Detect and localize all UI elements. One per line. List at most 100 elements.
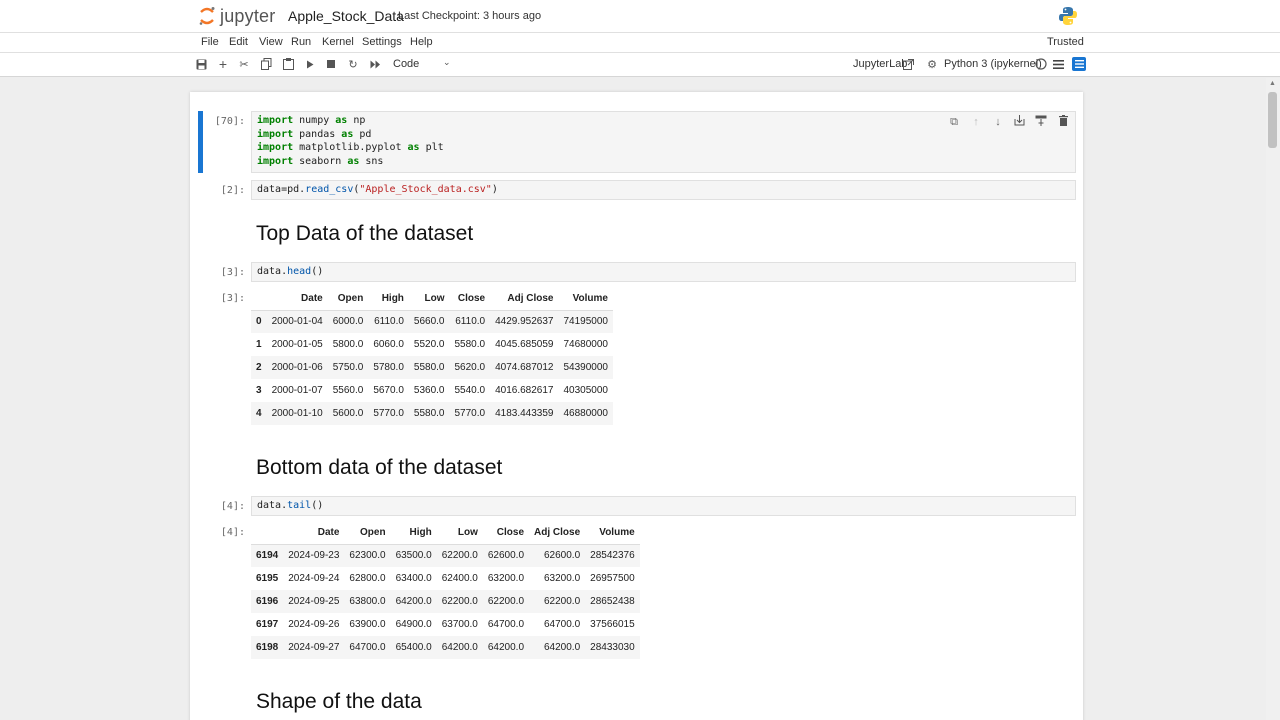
column-header: Volume: [599, 526, 635, 538]
menu-file[interactable]: File: [201, 36, 219, 48]
table-cell: 63900.0: [349, 619, 386, 630]
table-cell: 6060.0: [373, 339, 404, 350]
jupyterlab-link[interactable]: JupyterLab: [853, 58, 907, 70]
table-cell: 6110.0: [455, 316, 486, 328]
save-icon[interactable]: [194, 57, 208, 71]
table-cell: 2000-01-06: [271, 362, 323, 373]
restart-icon[interactable]: ↻: [346, 57, 360, 71]
kernel-name[interactable]: Python 3 (ipykernel): [944, 58, 1042, 70]
table-cell: 62600.0: [487, 550, 525, 562]
table-cell: 6110.0: [374, 316, 404, 328]
cut-icon[interactable]: ✂: [237, 57, 251, 71]
cell-type-select[interactable]: Code ⌄: [393, 57, 453, 70]
table-cell: 2024-09-27: [288, 642, 340, 653]
markdown-heading-shape: Shape of the data: [256, 690, 422, 713]
move-up-icon[interactable]: ↑: [969, 115, 983, 129]
row-index: 2: [256, 362, 262, 373]
column-header: Volume: [572, 292, 608, 304]
stop-icon[interactable]: [324, 57, 338, 71]
cell-1-prompt: [70]:: [214, 116, 245, 127]
menu-kernel[interactable]: Kernel: [322, 36, 354, 48]
table-cell: 62200.0: [441, 596, 478, 607]
tail-dataframe-table: Date Open High Low Close Adj Close Volum…: [251, 521, 640, 659]
table-cell: 63700.0: [441, 619, 478, 630]
table-row: 4 2000-01-10 5600.0 5770.0 5580.0 5770.0…: [251, 402, 613, 425]
column-header: [251, 521, 283, 544]
table-cell: 64200.0: [544, 642, 581, 653]
table-row: 2 2000-01-06 5750.0 5780.0 5580.0 5620.0…: [251, 356, 613, 379]
table-cell: 64700.0: [349, 642, 386, 653]
column-header: Open: [360, 526, 386, 538]
table-cell: 5670.0: [373, 385, 404, 396]
table-cell: 63200.0: [544, 573, 581, 584]
table-cell: 4045.685059: [495, 339, 554, 350]
run-all-icon[interactable]: [368, 57, 382, 71]
menu-run[interactable]: Run: [291, 36, 311, 48]
cell-4-code-editor[interactable]: data.tail(): [251, 496, 1076, 516]
cell-3-output-prompt: [3]:: [220, 293, 245, 304]
cell-2-code-editor[interactable]: data=pd.read_csv("Apple_Stock_data.csv"): [251, 180, 1076, 200]
toc-panel-icon[interactable]: [1072, 57, 1086, 71]
column-header: Low: [424, 292, 445, 304]
column-header: Adj Close: [507, 292, 554, 304]
menu-help[interactable]: Help: [410, 36, 433, 48]
table-cell: 4016.682617: [495, 385, 554, 396]
row-index: 6198: [256, 642, 279, 653]
hamburger-menu-icon[interactable]: [1051, 57, 1065, 71]
table-cell: 64200.0: [395, 596, 432, 607]
delete-cell-icon[interactable]: [1056, 115, 1070, 129]
row-index: 1: [256, 339, 262, 350]
row-index: 6195: [256, 573, 279, 584]
table-cell: 5520.0: [413, 339, 445, 350]
column-header: [251, 287, 267, 310]
table-cell: 64900.0: [395, 619, 432, 630]
table-row: 0 2000-01-04 6000.0 6110.0 5660.0 6110.0…: [251, 310, 613, 333]
table-cell: 5780.0: [373, 362, 404, 373]
top-header: jupyter Apple_Stock_Data Last Checkpoint…: [0, 0, 1280, 32]
table-cell: 2000-01-10: [271, 408, 323, 419]
menu-view[interactable]: View: [259, 36, 283, 48]
column-header: Date: [301, 292, 323, 304]
column-header: Open: [337, 292, 364, 304]
table-row: 6197 2024-09-26 63900.0 64900.0 63700.0 …: [251, 613, 640, 636]
table-cell: 54390000: [563, 362, 609, 373]
scroll-up-arrow-icon[interactable]: ▲: [1269, 80, 1276, 87]
insert-below-icon[interactable]: [1012, 115, 1026, 129]
jupyter-logo[interactable]: jupyter: [198, 5, 275, 27]
copy-icon[interactable]: [259, 57, 273, 71]
table-cell: 28542376: [590, 550, 635, 562]
cell-3-prompt: [3]:: [220, 267, 245, 278]
table-cell: 63800.0: [349, 596, 386, 607]
vertical-scrollbar[interactable]: [1266, 78, 1280, 720]
add-cell-icon[interactable]: +: [216, 56, 230, 72]
external-link-icon[interactable]: [901, 57, 915, 71]
trusted-indicator[interactable]: Trusted: [1047, 36, 1084, 48]
notebook-toolbar: + ✂ ↻ Code ⌄ JupyterLab ⚙ Python 3 (ipyk…: [0, 53, 1280, 77]
table-cell: 63400.0: [395, 573, 432, 584]
duplicate-cell-icon[interactable]: ⧉: [947, 115, 961, 129]
debugger-icon[interactable]: ⚙: [925, 57, 939, 71]
table-cell: 62200.0: [544, 596, 581, 607]
table-cell: 5770.0: [373, 408, 404, 419]
cell-3-code-editor[interactable]: data.head(): [251, 262, 1076, 282]
row-index: 6196: [256, 596, 279, 607]
insert-above-icon[interactable]: [1034, 115, 1048, 129]
table-cell: 65400.0: [395, 642, 432, 653]
paste-icon[interactable]: [281, 57, 295, 71]
table-cell: 5580.0: [454, 339, 486, 350]
notebook-title[interactable]: Apple_Stock_Data: [288, 8, 404, 24]
scrollbar-thumb[interactable]: [1268, 92, 1277, 148]
run-icon[interactable]: [303, 57, 317, 71]
cell-4-output-prompt: [4]:: [220, 527, 245, 538]
move-down-icon[interactable]: ↓: [991, 115, 1005, 129]
menu-settings[interactable]: Settings: [362, 36, 402, 48]
table-cell: 28652438: [590, 596, 635, 607]
table-cell: 62200.0: [441, 550, 478, 562]
head-dataframe-table: Date Open High Low Close Adj Close Volum…: [251, 287, 613, 425]
table-cell: 5770.0: [454, 408, 486, 419]
table-cell: 4183.443359: [495, 408, 554, 419]
column-header: High: [409, 526, 432, 538]
table-cell: 64200.0: [441, 642, 478, 653]
column-header: Low: [457, 526, 478, 538]
menu-edit[interactable]: Edit: [229, 36, 248, 48]
